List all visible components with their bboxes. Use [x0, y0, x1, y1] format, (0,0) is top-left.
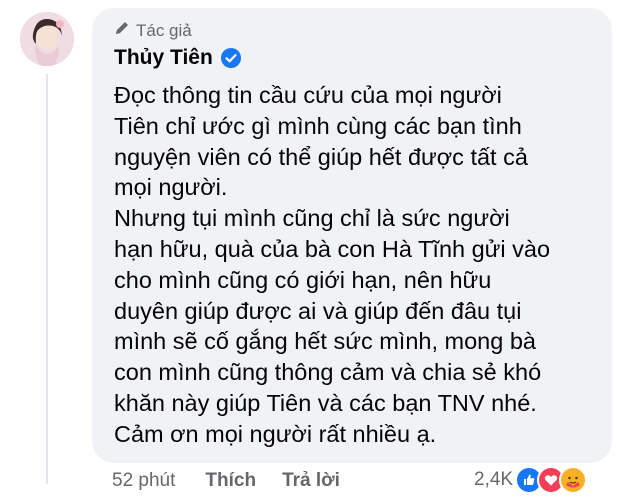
- like-button[interactable]: Thích: [205, 470, 256, 492]
- comment-line: nguyện viên có thể giúp hết được tất cả: [114, 143, 528, 170]
- author-badge-label: Tác giả: [136, 20, 192, 40]
- comment-actions: 52 phút Thích Trả lời: [112, 470, 340, 492]
- care-reaction-icon: [559, 466, 588, 494]
- comment-line: Tiên chỉ ước gì mình cùng các bạn tình: [114, 112, 522, 139]
- comment-line: mình sẽ cố gắng hết sức mình, mong bà: [114, 328, 536, 355]
- author-badge: Tác giả: [114, 20, 192, 41]
- author-avatar[interactable]: [20, 12, 74, 66]
- reaction-summary[interactable]: 2,4K: [474, 466, 588, 494]
- verified-badge-icon: [220, 48, 241, 68]
- reply-thread-line: [46, 74, 48, 484]
- comment-text: Đọc thông tin cầu cứu của mọi người Tiên …: [114, 80, 606, 450]
- comment-line: hạn hữu, quà của bà con Hà Tĩnh gửi vào: [114, 235, 551, 262]
- comment-line: Cảm ơn mọi người rất nhiều ạ.: [114, 420, 437, 447]
- comment-line: khăn này giúp Tiên và các bạn TNV nhé.: [114, 389, 537, 416]
- comment-line: Đọc thông tin cầu cứu của mọi người: [114, 82, 502, 108]
- comment-line: cho mình cũng có giới hạn, nên hữu: [114, 266, 492, 293]
- author-name-row: Thủy Tiên: [114, 46, 241, 70]
- reply-button[interactable]: Trả lời: [282, 470, 340, 492]
- comment-line: Nhưng tụi mình cũng chỉ là sức người: [114, 205, 510, 232]
- comment-line: mọi người.: [114, 174, 228, 201]
- comment-line: con mình cũng thông cảm và chia sẻ khó: [114, 359, 542, 386]
- author-name[interactable]: Thủy Tiên: [114, 46, 213, 70]
- comment-bubble: Tác giả Thủy Tiên Đọc thông tin cầu cứu …: [92, 8, 612, 463]
- reaction-count: 2,4K: [474, 469, 514, 490]
- comment-line: duyên giúp được ai và giúp đến đâu tụi: [114, 297, 522, 324]
- pencil-icon: [114, 20, 130, 41]
- comment-timestamp[interactable]: 52 phút: [112, 470, 175, 492]
